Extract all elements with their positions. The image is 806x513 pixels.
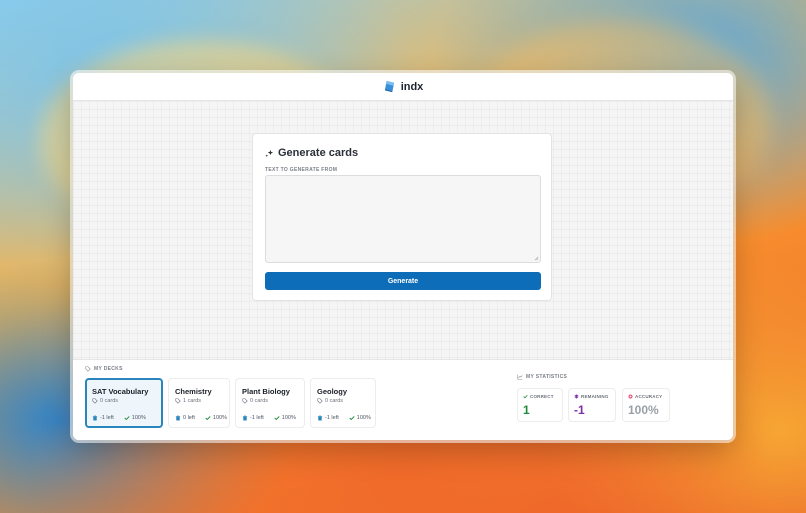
top-bar: indx [73, 73, 733, 101]
check-icon [124, 416, 130, 421]
tag-icon [92, 398, 98, 404]
deck-card-chemistry[interactable]: Chemistry 1 cards 0 left 100% [168, 378, 230, 428]
deck-count: 0 cards [242, 398, 268, 404]
deck-accuracy: 100% [131, 415, 146, 421]
decks-section-text: MY DECKS [94, 366, 123, 372]
trash-icon [242, 415, 248, 421]
deck-accuracy: 100% [212, 415, 228, 421]
deck-count-text: 0 cards [325, 398, 344, 404]
generate-button[interactable]: Generate [265, 272, 541, 290]
sparkles-icon [265, 149, 274, 157]
tag-icon [85, 366, 91, 372]
deck-count: 1 cards [175, 398, 201, 404]
check-icon [274, 416, 280, 421]
deck-left: -1 left [100, 415, 114, 421]
deck-count-text: 1 cards [183, 398, 202, 404]
deck-meta: -1 left 100% [242, 415, 296, 421]
text-field-label: TEXT TO GENERATE FROM [265, 167, 338, 173]
deck-meta: -1 left 100% [317, 415, 371, 421]
deck-meta: -1 left 100% [92, 415, 146, 421]
decks-section-label: MY DECKS [85, 366, 123, 372]
check-icon [205, 416, 211, 421]
stat-label-text: REMAINING [581, 394, 609, 399]
deck-card-plant-biology[interactable]: Plant Biology 0 cards -1 left 100% [235, 378, 305, 428]
generate-cards-panel: Generate cards TEXT TO GENERATE FROM Gen… [252, 133, 552, 301]
stat-label: CORRECT [523, 394, 554, 399]
tag-icon [242, 398, 248, 404]
stat-value: -1 [574, 403, 585, 417]
app-title: indx [400, 80, 424, 93]
stat-remaining: REMAINING -1 [568, 388, 616, 422]
generate-header: Generate cards [265, 147, 358, 159]
deck-name: Chemistry [175, 387, 212, 396]
stat-accuracy: ACCURACY 100% [622, 388, 670, 422]
stat-correct: CORRECT 1 [517, 388, 563, 422]
logo-icon [384, 80, 394, 93]
deck-left: -1 left [250, 415, 264, 421]
deck-name: Geology [317, 387, 348, 396]
trash-icon [317, 415, 323, 421]
chart-icon [517, 374, 523, 380]
deck-meta: 0 left 100% [175, 415, 227, 421]
check-icon [523, 394, 528, 399]
deck-count-text: 0 cards [250, 398, 269, 404]
stat-value: 1 [523, 403, 530, 417]
bottom-panel: MY DECKS SAT Vocabulary 0 cards -1 left … [73, 359, 733, 440]
workspace: Generate cards TEXT TO GENERATE FROM Gen… [73, 101, 733, 359]
deck-count: 0 cards [92, 398, 118, 404]
deck-left: -1 left [325, 415, 339, 421]
app-window: indx Generate cards TEXT TO GENERATE FRO… [73, 73, 733, 440]
stat-label: ACCURACY [628, 394, 662, 399]
tag-icon [175, 398, 181, 404]
trash-icon [175, 415, 181, 421]
statistics-section-label: MY STATISTICS [517, 374, 567, 380]
deck-card-sat-vocabulary[interactable]: SAT Vocabulary 0 cards -1 left 100% [85, 378, 163, 428]
statistics-section-text: MY STATISTICS [526, 374, 568, 380]
stat-label: REMAINING [574, 394, 609, 399]
check-icon [349, 416, 355, 421]
stat-value: 100% [628, 403, 659, 417]
deck-left: 0 left [183, 415, 195, 421]
resize-handle-icon[interactable] [534, 256, 539, 261]
deck-accuracy: 100% [281, 415, 296, 421]
tag-icon [317, 398, 323, 404]
deck-card-geology[interactable]: Geology 0 cards -1 left 100% [310, 378, 376, 428]
target-icon [628, 394, 633, 399]
deck-name: Plant Biology [242, 387, 290, 396]
source-text-input[interactable] [265, 175, 541, 263]
trash-icon [92, 415, 98, 421]
deck-accuracy: 100% [356, 415, 371, 421]
deck-count: 0 cards [317, 398, 343, 404]
generate-title: Generate cards [278, 147, 359, 159]
stat-label-text: CORRECT [530, 394, 554, 399]
layers-icon [574, 394, 579, 399]
deck-count-text: 0 cards [100, 398, 119, 404]
stat-label-text: ACCURACY [635, 394, 663, 399]
deck-name: SAT Vocabulary [92, 387, 149, 396]
